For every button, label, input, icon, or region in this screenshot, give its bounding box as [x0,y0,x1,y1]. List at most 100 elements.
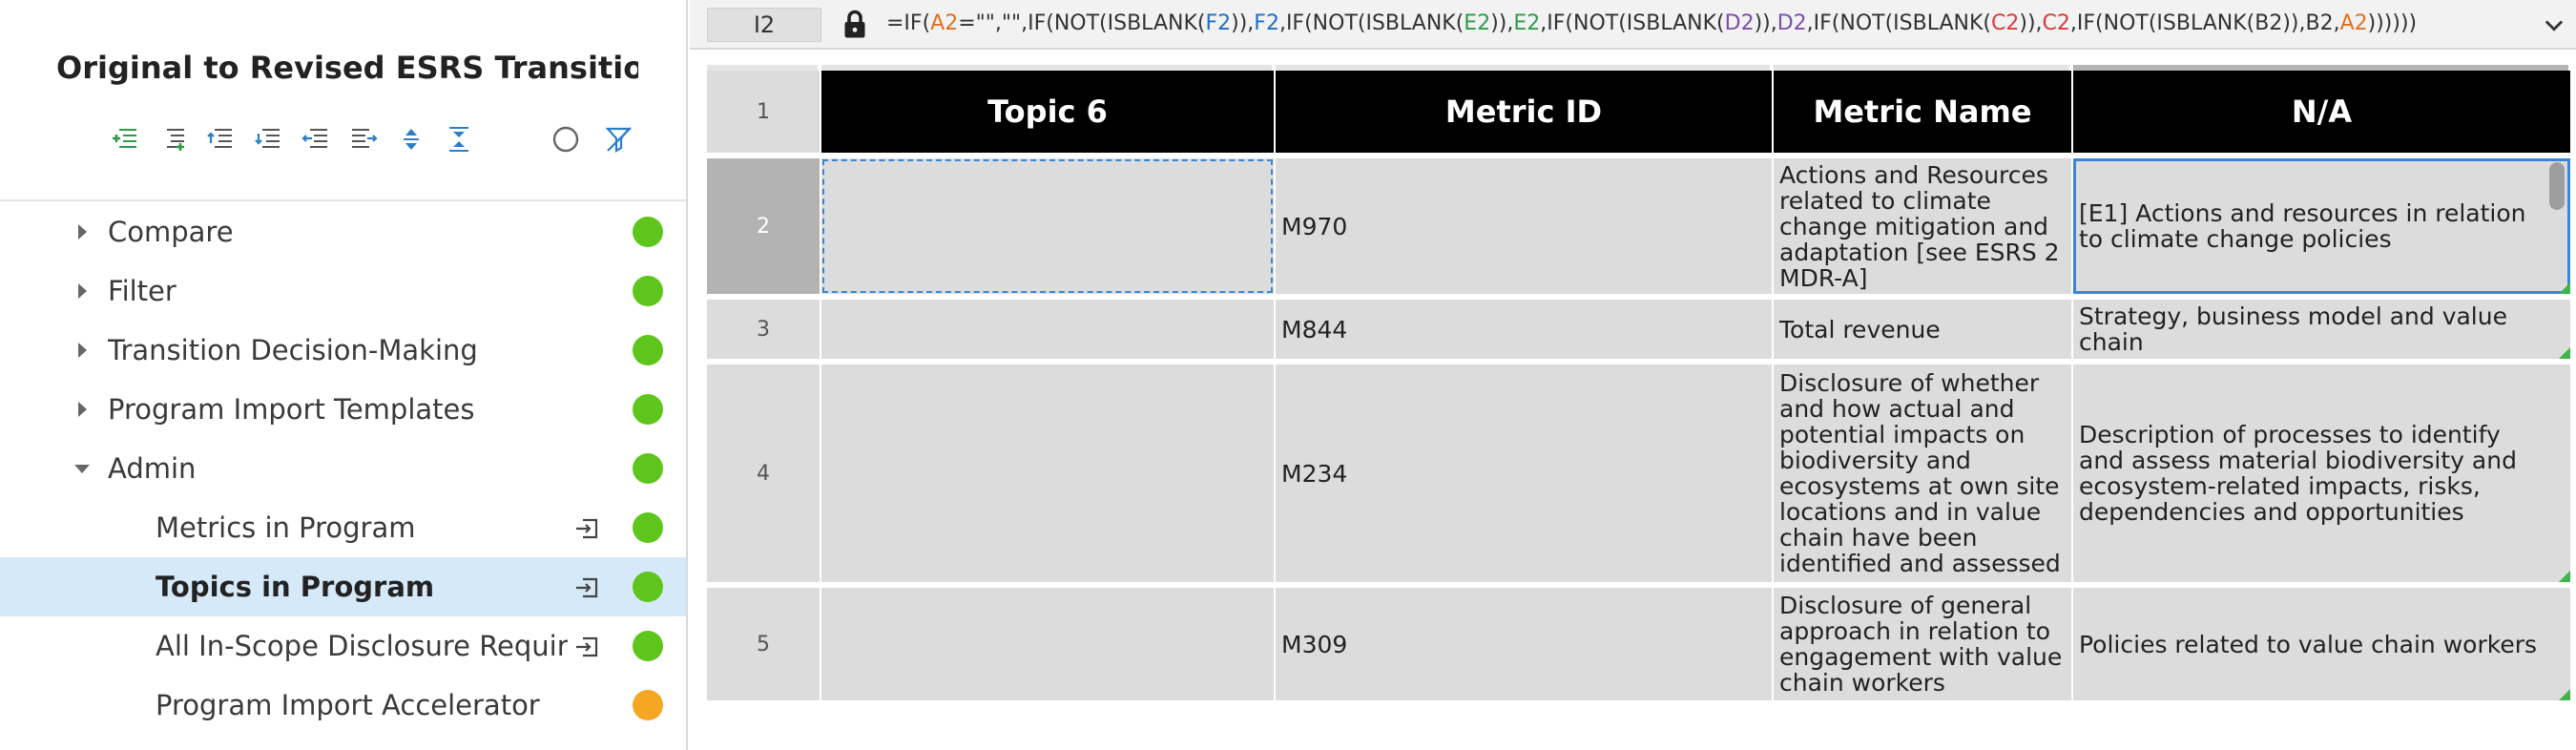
table-cell[interactable]: Description of processes to identify and… [2073,365,2570,582]
table-cell[interactable] [821,300,1274,359]
status-dot [633,394,663,425]
table-cell[interactable]: Total revenue [1774,300,2071,359]
formula-segment: )), [1231,11,1255,35]
comment-indicator-icon [2559,282,2570,294]
tree-item-label: Topics in Program [156,571,435,603]
app-root: Original to Revised ESRS Transition ... … [0,0,2576,750]
formula-segment: ="","",IF(NOT(ISBLANK( [958,11,1206,35]
table-cell[interactable]: Policies related to value chain workers [2073,588,2570,700]
cell-text: M970 [1281,212,1348,240]
row-header-1[interactable]: 1 [707,71,820,153]
expand-all-icon[interactable] [393,120,429,158]
tree-item-all-in-scope-disclosure-require[interactable]: All In-Scope Disclosure Require... [0,616,686,676]
cell-text: Disclosure of general approach in relati… [1779,592,2063,697]
status-dot [633,572,663,602]
tree-item-program-import-accelerator[interactable]: Program Import Accelerator [0,676,686,735]
tree-item-filter[interactable]: Filter [0,261,686,321]
status-dot [633,453,663,484]
collapse-all-icon[interactable] [441,120,477,158]
formula-bar: I2 =IF(A2="","",IF(NOT(ISBLANK(F2)),F2,I… [690,0,2576,50]
row-header-2[interactable]: 2 [707,158,820,294]
tree-item-compare[interactable]: Compare [0,202,686,261]
row-header-3[interactable]: 3 [707,300,820,359]
status-dot [633,217,663,247]
row-header-5[interactable]: 5 [707,588,820,700]
caret-down-icon[interactable] [73,459,92,478]
cell-text: Actions and Resources related to climate… [1779,160,2060,292]
chevron-down-icon[interactable] [2541,11,2567,38]
lock-icon [838,8,872,42]
column-title-cell[interactable]: Topic 6 [821,71,1274,153]
status-dot [633,690,663,720]
table-cell[interactable]: Actions and Resources related to climate… [1774,158,2071,294]
cell-text: Total revenue [1779,315,1941,344]
cell-text: [E1] Actions and resources in relation t… [2079,199,2526,253]
tree-item-admin[interactable]: Admin [0,439,686,498]
table-cell[interactable] [821,158,1274,294]
add-child-icon[interactable] [107,120,143,158]
caret-right-icon[interactable] [73,222,92,241]
outdent-left-icon[interactable] [298,120,334,158]
table-cell[interactable]: Disclosure of general approach in relati… [1774,588,2071,700]
caret-right-icon[interactable] [73,400,92,419]
table-cell[interactable]: Disclosure of whether and how actual and… [1774,365,2071,582]
formula-cell-ref: D2 [1724,11,1755,35]
table-cell[interactable]: Strategy, business model and value chain [2073,300,2570,359]
table-cell[interactable]: M234 [1276,365,1772,582]
formula-cell-ref: F2 [1254,11,1279,35]
table-cell[interactable] [821,588,1274,700]
formula-cell-ref: F2 [1205,11,1232,35]
formula-segment: )), [1490,11,1514,35]
caret-right-icon[interactable] [73,281,92,301]
scrollbar-thumb[interactable] [2549,162,2565,210]
tree-item-label: Admin [108,452,197,485]
column-title-cell[interactable]: Metric Name [1774,71,2071,153]
formula-segment: ,IF(NOT(ISBLANK( [1278,11,1465,35]
outdent-up-icon[interactable] [202,120,239,158]
formula-text[interactable]: =IF(A2="","",IF(NOT(ISBLANK(F2)),F2,IF(N… [886,11,2546,35]
comment-indicator-icon [2559,347,2570,359]
cell-text: Policies related to value chain workers [2079,630,2538,658]
tree-item-label: Transition Decision-Making [108,334,478,366]
formula-segment: ,IF(NOT(ISBLANK( [1806,11,1992,35]
tree-item-transition-decision-making[interactable]: Transition Decision-Making [0,321,686,380]
table-cell[interactable]: M970 [1276,158,1772,294]
indent-right-icon[interactable] [345,120,382,158]
status-dot [633,631,663,661]
column-title-cell[interactable]: Metric ID [1276,71,1772,153]
filter-off-icon[interactable] [601,120,637,158]
cell-text: M844 [1281,315,1348,344]
circle-status-icon[interactable] [548,120,584,158]
spreadsheet-grid: FGHI1Topic 6Metric IDMetric NameN/A2M970… [690,50,2576,750]
table-cell[interactable]: [E1] Actions and resources in relation t… [2073,158,2570,294]
table-cell[interactable]: M844 [1276,300,1772,359]
tree-item-metrics-in-program[interactable]: Metrics in Program [0,498,686,557]
formula-cell-ref: E2 [1513,11,1541,35]
formula-cell-ref: A2 [930,11,959,35]
tree-item-label: Program Import Accelerator [156,689,540,721]
formula-cell-ref: C2 [2042,11,2070,35]
caret-right-icon[interactable] [73,341,92,360]
sidebar-divider [0,199,686,201]
formula-cell-ref: A2 [2339,11,2368,35]
tree-item-label: Metrics in Program [156,511,416,544]
row-header-4[interactable]: 4 [707,365,820,582]
tree-item-label: Filter [108,275,177,307]
cell-text: M234 [1281,459,1348,488]
table-cell[interactable] [821,365,1274,582]
formula-segment: ,IF(NOT(ISBLANK(B2)),B2, [2069,11,2340,35]
table-cell[interactable]: M309 [1276,588,1772,700]
open-in-icon[interactable] [572,633,601,661]
open-in-icon[interactable] [572,573,601,602]
column-title-cell[interactable]: N/A [2073,71,2570,153]
formula-segment: ,IF(NOT(ISBLANK( [1540,11,1725,35]
tree-item-topics-in-program[interactable]: Topics in Program [0,557,686,616]
indent-down-icon[interactable] [250,120,286,158]
tree-item-label: Program Import Templates [108,393,475,426]
formula-cell-ref: D2 [1776,11,1807,35]
status-dot [633,276,663,306]
cell-reference-box[interactable]: I2 [707,8,821,42]
add-sibling-icon[interactable] [155,120,191,158]
open-in-icon[interactable] [572,514,601,543]
tree-item-program-import-templates[interactable]: Program Import Templates [0,380,686,439]
